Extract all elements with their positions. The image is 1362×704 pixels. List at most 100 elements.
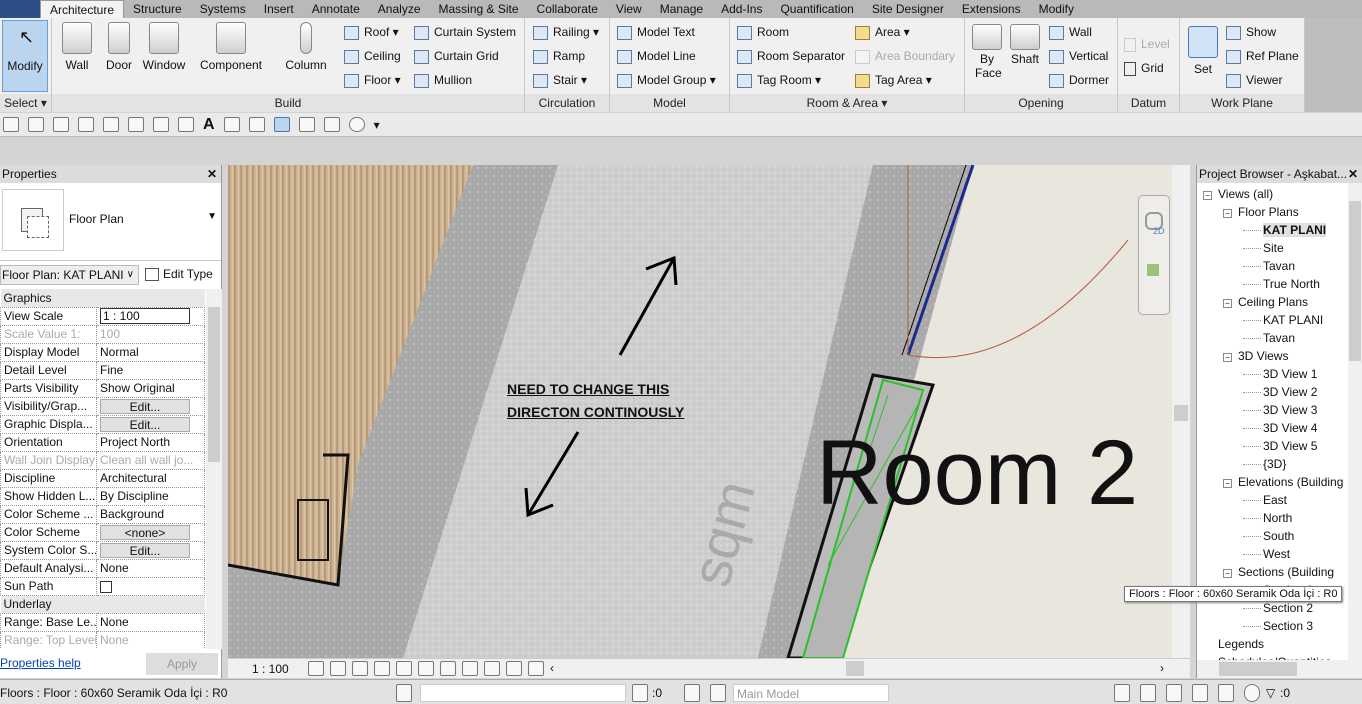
browser-item[interactable]: Legends [1197,635,1362,653]
redo-icon[interactable] [103,117,119,132]
visual-style-icon[interactable] [330,661,346,676]
property-value[interactable]: 100 [100,327,120,341]
roof-button[interactable]: Roof ▾ [344,21,399,43]
level-button[interactable]: Level [1124,33,1170,55]
filter-icon[interactable]: ▽ [1266,684,1275,702]
tab-view[interactable]: View [607,0,651,18]
vertical-button[interactable]: Vertical [1049,45,1108,67]
canvas-vertical-scrollbar[interactable] [1172,165,1190,658]
edit-button[interactable]: Edit... [100,416,190,432]
browser-horizontal-scrollbar[interactable] [1197,660,1362,678]
browser-item[interactable]: 3D View 3 [1197,401,1362,419]
design-option-dropdown[interactable]: Main Model [733,684,889,702]
section-icon[interactable] [248,117,265,132]
component-button[interactable]: Component [196,22,266,72]
property-value[interactable]: Project North [100,435,170,449]
window-button[interactable]: Window [140,22,188,72]
browser-item[interactable]: Site [1197,239,1362,257]
floor-button[interactable]: Floor ▾ [344,69,401,91]
detail-level-icon[interactable] [308,661,324,676]
browser-item[interactable]: 3D View 1 [1197,365,1362,383]
area-button[interactable]: Area ▾ [855,21,910,43]
mullion-button[interactable]: Mullion [414,69,472,91]
render-icon[interactable] [348,117,365,132]
tab-massing-site[interactable]: Massing & Site [430,0,528,18]
exclude-options-icon[interactable] [710,684,726,702]
property-value[interactable]: Clean all wall jo... [100,453,193,467]
tab-collaborate[interactable]: Collaborate [528,0,607,18]
grid-button[interactable]: Grid [1124,57,1164,79]
analytical-model-icon[interactable] [506,661,522,676]
tab-manage[interactable]: Manage [651,0,712,18]
temporary-view-properties-icon[interactable] [484,661,500,676]
room-separator-button[interactable]: Room Separator [737,45,845,67]
view-scale-button[interactable]: 1 : 100 [252,662,289,676]
switch-windows-icon[interactable] [323,117,340,132]
browser-item[interactable]: 3D View 4 [1197,419,1362,437]
3d-view-icon[interactable] [223,117,240,132]
collapse-icon[interactable]: − [1223,299,1232,308]
property-value[interactable]: Fine [100,363,123,377]
browser-item[interactable]: South [1197,527,1362,545]
collapse-icon[interactable]: − [1203,191,1212,200]
edit-button[interactable]: Edit... [100,542,190,558]
measure-icon[interactable] [128,117,144,132]
browser-item[interactable]: − Floor Plans [1197,203,1362,221]
browser-item[interactable]: − Sections (Building [1197,563,1362,581]
viewer-button[interactable]: Viewer [1226,69,1282,91]
browser-item[interactable]: KAT PLANI [1197,311,1362,329]
close-icon[interactable]: ✕ [1348,165,1358,183]
editable-only-icon[interactable] [632,684,648,702]
collapse-icon[interactable]: ‹ [550,661,554,676]
tag-icon[interactable] [178,117,194,132]
crop-view-icon[interactable] [396,661,412,676]
text-icon[interactable]: A [203,116,215,134]
property-value[interactable]: Architectural [100,471,167,485]
property-value[interactable]: None [100,561,129,575]
apply-button[interactable]: Apply [146,653,218,675]
tab-annotate[interactable]: Annotate [303,0,369,18]
browser-item[interactable]: Tavan [1197,257,1362,275]
collapse-icon[interactable]: − [1223,479,1232,488]
browser-item[interactable]: North [1197,509,1362,527]
select-dropdown[interactable]: Select ▾ [0,94,51,112]
reveal-hidden-icon[interactable] [462,661,478,676]
property-group[interactable]: Underlay [0,595,205,613]
collapse-icon[interactable]: − [1223,353,1232,362]
open-icon[interactable] [3,117,19,132]
tab-structure[interactable]: Structure [124,0,191,18]
ceiling-button[interactable]: Ceiling [344,45,401,67]
tab-architecture[interactable]: Architecture [40,0,125,18]
curtain-system-button[interactable]: Curtain System [414,21,516,43]
zoom-icon[interactable] [1147,264,1159,276]
ramp-button[interactable]: Ramp [533,45,585,67]
browser-item[interactable]: East [1197,491,1362,509]
property-value[interactable]: Normal [100,345,139,359]
browser-item[interactable]: KAT PLANI [1197,221,1362,239]
tab-site-designer[interactable]: Site Designer [863,0,953,18]
property-value[interactable]: Background [100,507,164,521]
tab-extensions[interactable]: Extensions [953,0,1030,18]
temporary-hide-icon[interactable] [440,661,456,676]
canvas-horizontal-scroll-thumb[interactable] [846,661,864,676]
property-value[interactable]: Show Original [100,381,175,395]
browser-item[interactable]: − Ceiling Plans [1197,293,1362,311]
drag-on-selection-icon[interactable] [1218,684,1234,702]
model-line-button[interactable]: Model Line [617,45,696,67]
shadows-icon[interactable] [374,661,390,676]
stair-button[interactable]: Stair ▾ [533,69,587,91]
close-hidden-windows-icon[interactable] [298,117,315,132]
tag-room-button[interactable]: Tag Room ▾ [737,69,821,91]
dormer-button[interactable]: Dormer [1049,69,1109,91]
browser-item[interactable]: Tavan [1197,329,1362,347]
shaft-button[interactable]: Shaft [1007,24,1043,66]
select-links-icon[interactable] [1114,684,1130,702]
background-processes-icon[interactable] [1244,684,1260,702]
lock-3d-icon[interactable] [528,661,544,676]
scroll-right-icon[interactable]: › [1160,661,1164,675]
door-button[interactable]: Door [102,22,136,72]
browser-item[interactable]: Section 3 [1197,617,1362,635]
sun-path-icon[interactable] [352,661,368,676]
edit-button[interactable]: <none> [100,524,190,540]
browser-item[interactable]: True North [1197,275,1362,293]
